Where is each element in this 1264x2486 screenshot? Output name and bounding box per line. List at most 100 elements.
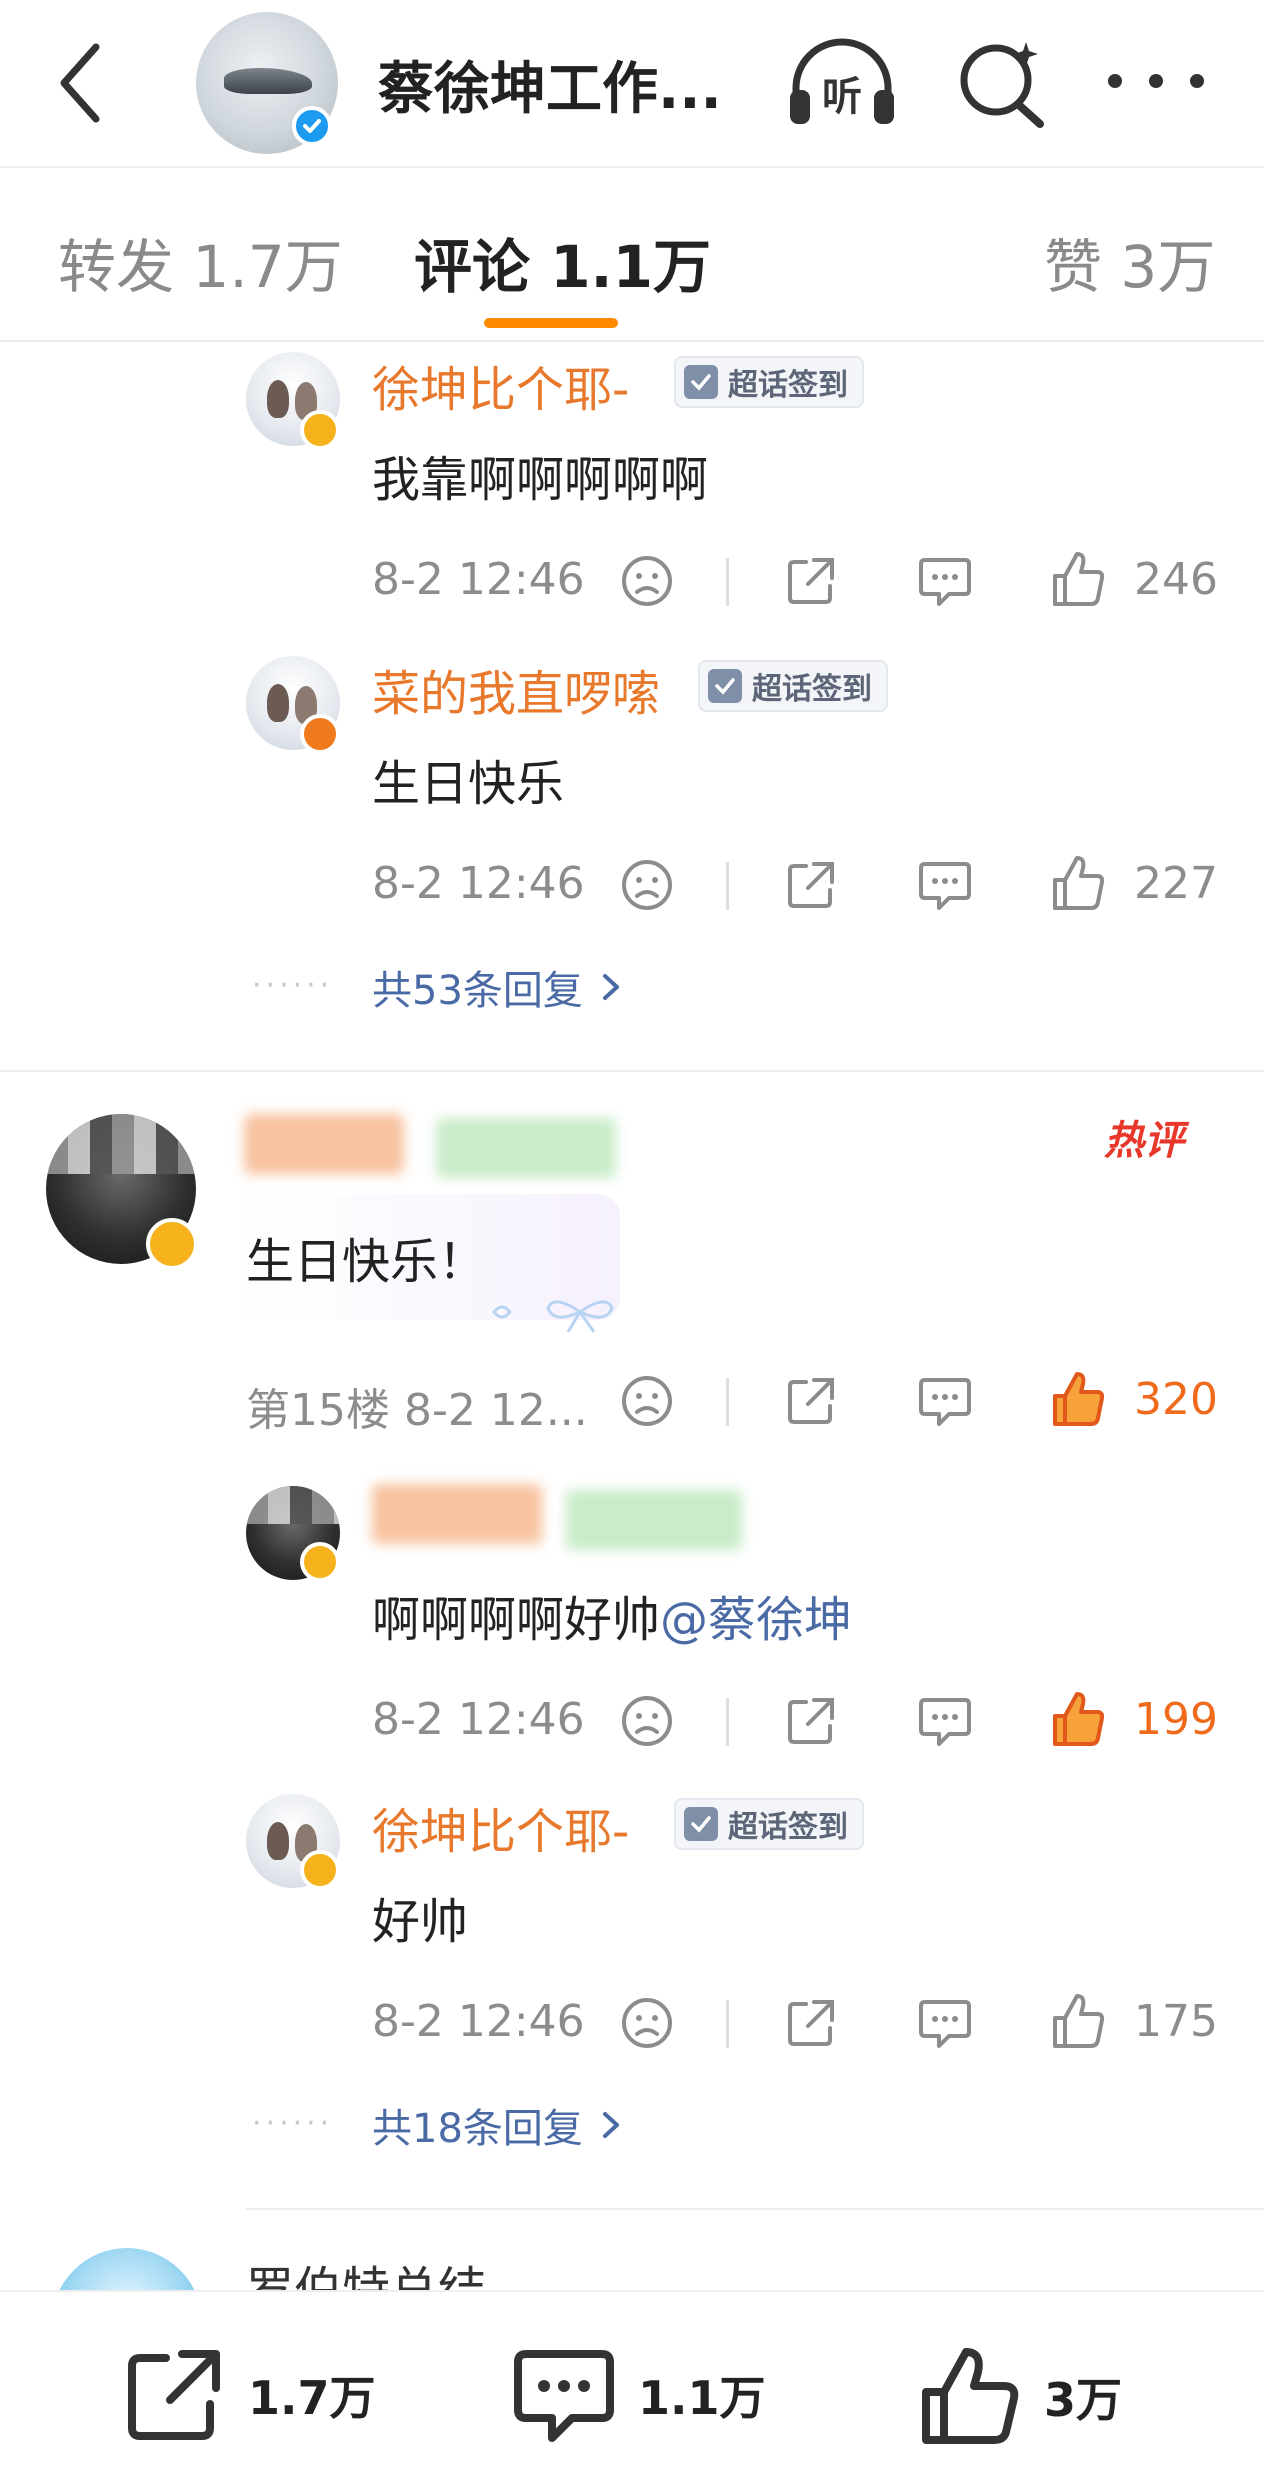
dislike-button[interactable] xyxy=(618,1692,676,1750)
like-count: 320 xyxy=(1134,1374,1218,1425)
view-replies-link[interactable]: 共53条回复 xyxy=(372,958,627,1016)
comment-time: 8-2 12:46 xyxy=(372,1996,585,2047)
super-topic-checkin-tag[interactable]: 超话签到 xyxy=(698,660,888,712)
thumbs-up-icon xyxy=(922,2348,1019,2444)
search-icon xyxy=(960,42,1044,128)
like-count: 227 xyxy=(1134,858,1218,909)
repost-button[interactable] xyxy=(782,1372,840,1430)
share-icon xyxy=(128,2350,220,2440)
tag-label: 超话签到 xyxy=(752,672,872,707)
comment-floor-time: 第15楼 8-2 12... xyxy=(246,1385,588,1436)
divider xyxy=(726,1378,729,1426)
repost-button[interactable] xyxy=(782,856,840,914)
view-replies-link[interactable]: 共18条回复 xyxy=(372,2096,627,2154)
chevron-right-icon xyxy=(602,2112,619,2138)
dislike-button[interactable] xyxy=(618,1372,676,1430)
bottom-action-bar: 1.7万 1.1万 3万 xyxy=(0,2290,1264,2486)
thumbs-up-filled-icon xyxy=(1053,1372,1105,1426)
thumbs-up-filled-icon xyxy=(1053,1692,1105,1746)
comment-text: 生日快乐！ xyxy=(246,1234,487,1290)
active-tab-indicator xyxy=(484,318,618,328)
dislike-button[interactable] xyxy=(618,552,676,610)
tab-bar: 转发 1.7万 评论 1.1万 赞 3万 xyxy=(0,168,1264,340)
mention-link[interactable]: @蔡徐坤 xyxy=(660,1592,852,1648)
reply-button[interactable] xyxy=(916,1994,974,2052)
dislike-button[interactable] xyxy=(618,856,676,914)
headphones-icon: 听 xyxy=(790,38,894,124)
comment-text: 啊啊啊啊好帅@蔡徐坤 xyxy=(372,1580,852,1650)
super-topic-checkin-tag[interactable]: 超话签到 xyxy=(674,356,864,408)
thread-dots: ······ xyxy=(252,2106,334,2141)
calendar-check-icon xyxy=(684,365,718,399)
verified-icon xyxy=(146,1218,198,1270)
comment-icon xyxy=(919,862,971,910)
username[interactable]: 菜的我直啰嗦 xyxy=(372,654,660,724)
chevron-left-icon xyxy=(60,43,100,123)
reply-button[interactable] xyxy=(916,1692,974,1750)
dislike-button[interactable] xyxy=(618,1994,676,2052)
thumbs-up-icon xyxy=(1053,552,1105,606)
repost-button[interactable] xyxy=(782,1994,840,2052)
comment-text: 生日快乐 xyxy=(372,756,565,812)
user-tag-blurred xyxy=(566,1490,742,1550)
reply-button[interactable] xyxy=(916,552,974,610)
comment-time: 8-2 12:46 xyxy=(372,858,585,909)
verified-icon xyxy=(300,410,340,450)
reply-text: 啊啊啊啊好帅 xyxy=(372,1592,661,1648)
divider xyxy=(726,558,729,606)
search-button[interactable] xyxy=(956,34,1048,130)
like-action[interactable]: 3万 xyxy=(920,2346,1122,2448)
username-blurred[interactable] xyxy=(372,1484,542,1544)
tab-likes[interactable]: 赞 3万 xyxy=(1044,220,1215,304)
like-button-liked[interactable] xyxy=(1050,1688,1108,1750)
share-icon xyxy=(788,2000,834,2046)
share-icon xyxy=(788,558,834,604)
thread-dots: ······ xyxy=(252,968,334,1003)
tag-label: 超话签到 xyxy=(728,368,848,403)
divider xyxy=(726,2000,729,2048)
back-button[interactable] xyxy=(44,38,116,128)
sad-face-icon xyxy=(622,860,672,910)
like-button[interactable] xyxy=(1050,1990,1108,2052)
like-button[interactable] xyxy=(1050,548,1108,610)
reply-button[interactable] xyxy=(916,1372,974,1430)
sad-face-icon xyxy=(622,556,672,606)
like-count: 175 xyxy=(1134,1996,1218,2047)
comment-icon xyxy=(919,1698,971,1746)
replies-count-label: 共53条回复 xyxy=(372,968,583,1014)
calendar-check-icon xyxy=(684,1807,718,1841)
repost-action[interactable]: 1.7万 xyxy=(124,2346,376,2444)
repost-button[interactable] xyxy=(782,1692,840,1750)
comment-icon xyxy=(919,558,971,606)
tab-comments[interactable]: 评论 1.1万 xyxy=(414,220,711,304)
bow-decoration-icon xyxy=(492,1300,614,1333)
comment-text: 我靠啊啊啊啊啊 xyxy=(372,452,709,508)
tab-reposts[interactable]: 转发 1.7万 xyxy=(58,220,343,304)
super-topic-checkin-tag[interactable]: 超话签到 xyxy=(674,1798,864,1850)
like-button[interactable] xyxy=(1050,852,1108,914)
hot-comment-badge: 热评 xyxy=(1104,1118,1184,1164)
divider xyxy=(726,1698,729,1746)
divider xyxy=(726,862,729,910)
username[interactable]: 徐坤比个耶- xyxy=(372,1792,629,1862)
share-icon xyxy=(788,1698,834,1744)
reply-button[interactable] xyxy=(916,856,974,914)
page-title[interactable]: 蔡徐坤工作... xyxy=(378,44,722,125)
calendar-check-icon xyxy=(708,669,742,703)
more-dot-icon xyxy=(1190,74,1204,88)
listen-button[interactable]: 听 xyxy=(786,36,898,128)
more-options-button[interactable] xyxy=(1108,56,1204,106)
chevron-right-icon xyxy=(602,974,619,1000)
verified-icon xyxy=(300,714,340,754)
username-blurred[interactable] xyxy=(244,1114,404,1174)
username[interactable]: 徐坤比个耶- xyxy=(372,350,629,420)
comment-text: 好帅 xyxy=(372,1894,469,1950)
replies-count-label: 共18条回复 xyxy=(372,2106,583,2152)
comment-time: 8-2 12:46 xyxy=(372,1694,585,1745)
comment-count: 1.1万 xyxy=(638,2371,766,2425)
more-dot-icon xyxy=(1108,74,1122,88)
user-tag-blurred xyxy=(436,1118,616,1178)
like-button-liked[interactable] xyxy=(1050,1368,1108,1430)
comment-action[interactable]: 1.1万 xyxy=(512,2346,766,2444)
repost-button[interactable] xyxy=(782,552,840,610)
